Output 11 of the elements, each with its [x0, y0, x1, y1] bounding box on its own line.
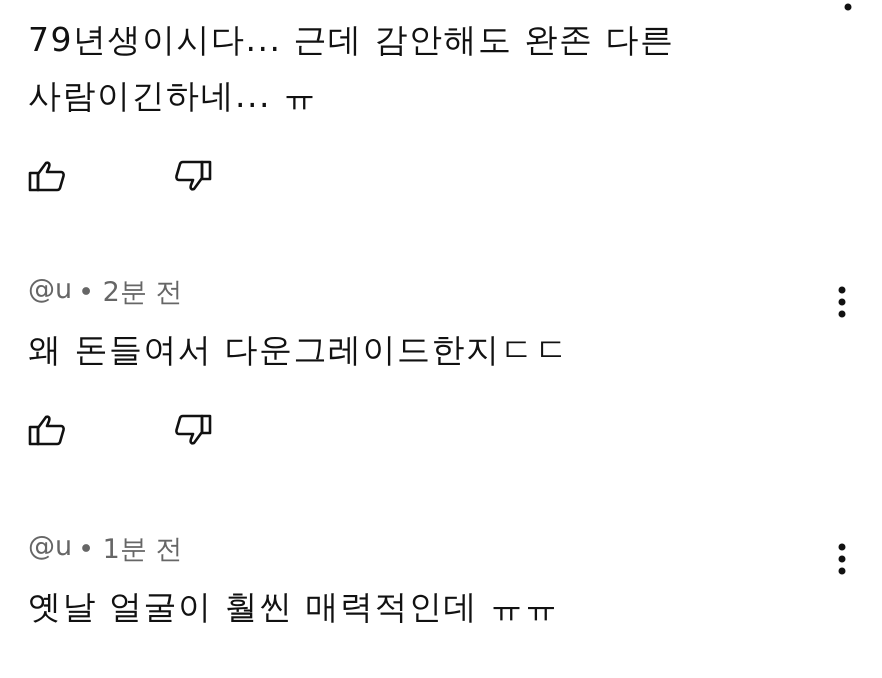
thumbs-down-icon[interactable]: [174, 414, 212, 446]
comment-author[interactable]: @u: [28, 531, 72, 567]
comment-time: • 2분 전: [78, 276, 182, 310]
comment-time: • 1분 전: [78, 533, 182, 567]
comment-text: 왜 돈들여서 다운그레이드한지ㄷㄷ: [28, 329, 570, 371]
thumbs-down-icon[interactable]: [174, 160, 212, 192]
comment-text: 옛날 얼굴이 훨씬 매력적인데 ㅠㅠ: [28, 586, 560, 628]
thumbs-up-icon[interactable]: [28, 414, 66, 446]
comment-text: 79년생이시다... 근데 감안해도 완존 다른 사람이긴하네... ㅠ: [28, 19, 676, 117]
thumbs-up-icon[interactable]: [28, 160, 66, 192]
comment-author[interactable]: @u: [28, 274, 72, 310]
